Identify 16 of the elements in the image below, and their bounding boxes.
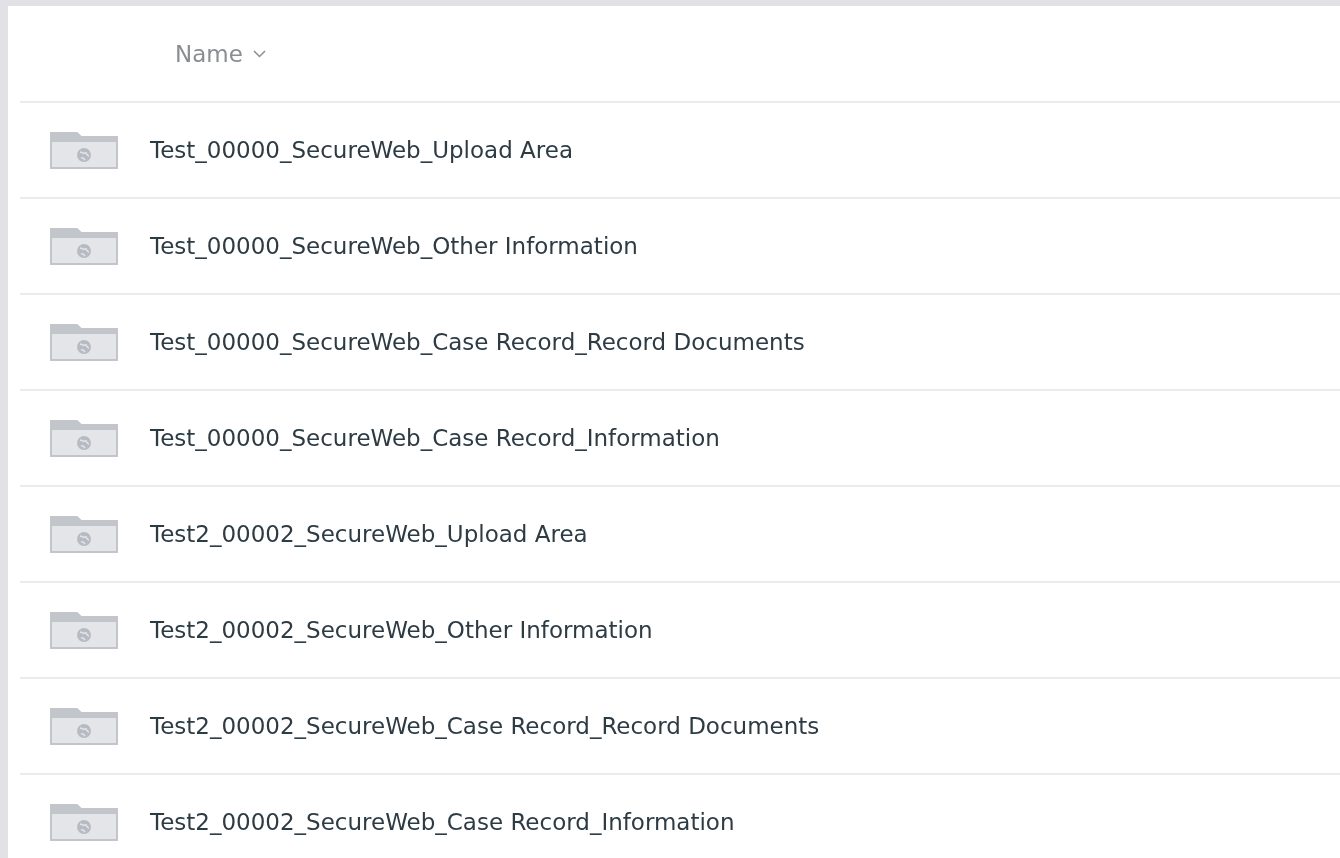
folder-name-link[interactable]: Test2_00002_SecureWeb_Other Information [150, 617, 653, 643]
folder-name-link[interactable]: Test_00000_SecureWeb_Upload Area [150, 137, 573, 163]
folder-globe-icon [50, 803, 118, 841]
folder-name-link[interactable]: Test2_00002_SecureWeb_Case Record_Record Documents [150, 713, 820, 739]
folder-name-link[interactable]: Test_00000_SecureWeb_Case Record_Information [150, 425, 720, 451]
folder-globe-icon [50, 419, 118, 457]
folder-name-link[interactable]: Test2_00002_SecureWeb_Upload Area [150, 521, 588, 547]
folder-name-link[interactable]: Test_00000_SecureWeb_Other Information [150, 233, 638, 259]
folder-globe-icon [50, 323, 118, 361]
folder-globe-icon [50, 515, 118, 553]
folder-name-link[interactable]: Test2_00002_SecureWeb_Case Record_Information [150, 809, 735, 835]
folder-globe-icon [50, 707, 118, 745]
folder-globe-icon [50, 131, 118, 169]
folder-name-link[interactable]: Test_00000_SecureWeb_Case Record_Record Documents [150, 329, 805, 355]
folder-globe-icon [50, 611, 118, 649]
folder-globe-icon [50, 227, 118, 265]
